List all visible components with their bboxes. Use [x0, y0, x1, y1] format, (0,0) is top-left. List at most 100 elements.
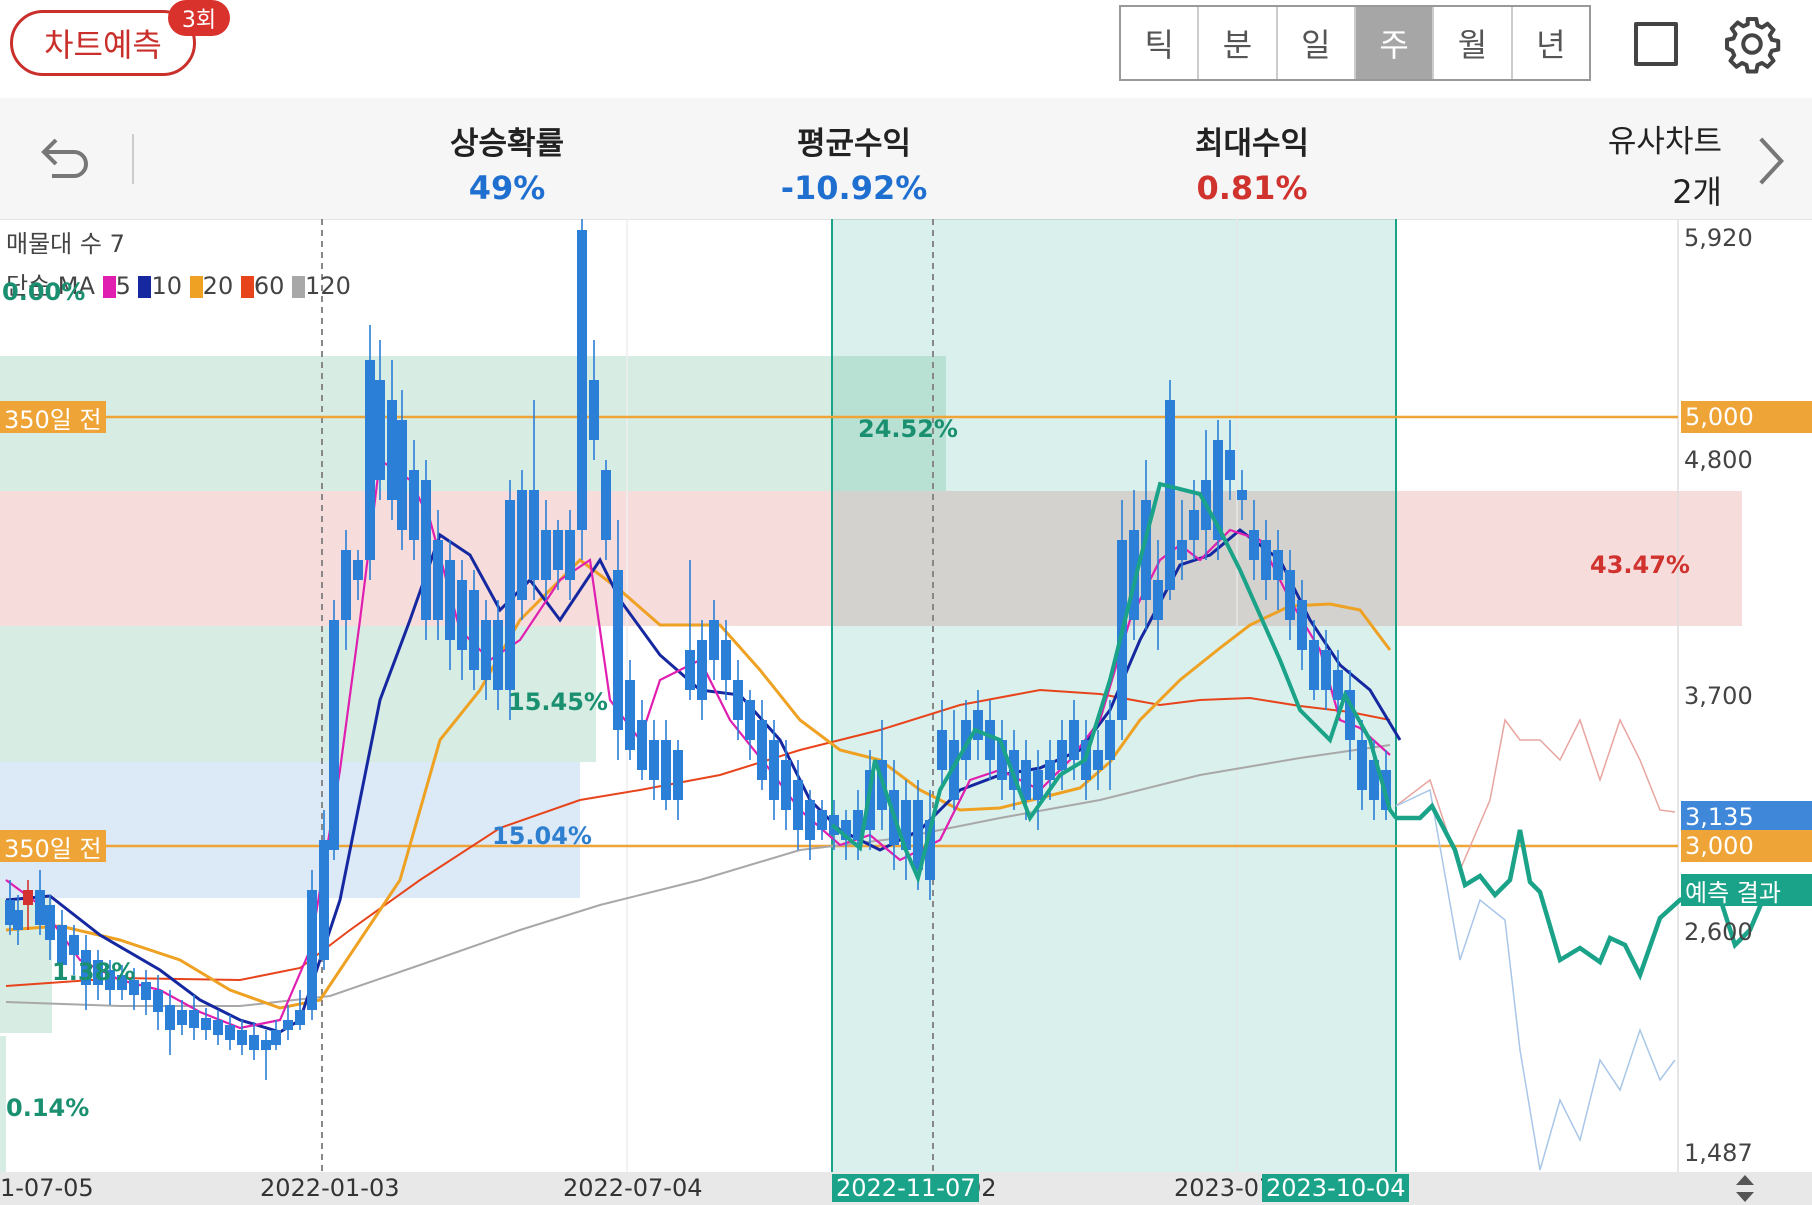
price-tag-current: 3,135 — [1681, 801, 1812, 833]
candle-body — [985, 720, 995, 760]
rise-probability-value: 49% — [468, 169, 546, 207]
candle-body — [445, 560, 455, 640]
candle-body — [329, 620, 339, 850]
candle-body — [637, 720, 647, 770]
candle-body — [793, 780, 803, 830]
tab-year[interactable]: 년 — [1513, 7, 1589, 79]
reference-label-lower: 350일 전 — [0, 830, 106, 863]
candle-body — [1045, 760, 1055, 780]
zone-green-top — [0, 356, 946, 491]
average-return: 평균수익 -10.92% — [724, 118, 984, 207]
candle-body — [271, 1030, 281, 1045]
candle-body — [1273, 550, 1283, 580]
rise-probability: 상승확률 49% — [377, 118, 637, 207]
candlestick-chart[interactable] — [0, 219, 1812, 1172]
candle-body — [1165, 400, 1175, 590]
candle-body — [1321, 650, 1331, 690]
candle-body — [1249, 530, 1259, 560]
date-label-2: 2022-01-03 — [260, 1174, 400, 1202]
divider — [132, 134, 134, 184]
candle-body — [341, 550, 351, 620]
candle-body — [505, 500, 515, 690]
max-return-label: 최대수익 — [1194, 126, 1310, 162]
candle-body — [1333, 670, 1343, 700]
ma5-swatch — [102, 276, 116, 298]
zone-percent-5: 15.04% — [492, 822, 592, 850]
candle-body — [1069, 720, 1079, 760]
prediction-result-tag: 예측 결과 — [1681, 874, 1812, 907]
chart-predict-label: 차트예측 — [44, 26, 162, 64]
candle-body — [189, 1010, 199, 1028]
candle-body — [625, 680, 635, 750]
undo-icon[interactable] — [36, 128, 96, 188]
candle-body — [697, 640, 707, 700]
candle-body — [1033, 770, 1043, 800]
price-label-bottom: 1,487 — [1684, 1139, 1753, 1167]
candle-body — [153, 990, 163, 1012]
candle-body — [493, 620, 503, 690]
candle-body — [1261, 540, 1271, 580]
candle-body — [649, 740, 659, 780]
gear-icon[interactable] — [1722, 14, 1782, 74]
volume-legend: 매물대 수 7 — [6, 230, 125, 258]
price-tag-3000: 3,000 — [1681, 830, 1812, 862]
tab-tick[interactable]: 틱 — [1121, 7, 1200, 79]
price-label-4800: 4,800 — [1684, 446, 1753, 474]
period-tabs: 틱 분 일 주 월 년 — [1119, 5, 1591, 81]
candle-body — [1297, 600, 1307, 650]
candle-body — [1093, 750, 1103, 770]
candle-body — [745, 700, 755, 740]
candle-body — [13, 910, 23, 930]
ma20-swatch — [189, 276, 203, 298]
max-return-value: 0.81% — [1196, 169, 1308, 207]
average-return-label: 평균수익 — [796, 126, 912, 162]
candle-body — [433, 540, 443, 620]
candle-body — [295, 1010, 305, 1025]
ma120-swatch — [292, 276, 306, 298]
date-label-5: 2023-07 — [1174, 1174, 1275, 1202]
similar-charts-label: 유사차트 — [1607, 124, 1722, 160]
candle-body — [1153, 580, 1163, 620]
candle-body — [529, 490, 539, 580]
candle-body — [307, 890, 317, 1010]
candle-body — [805, 800, 815, 840]
similar-charts-count: 2개 — [1672, 173, 1722, 211]
candle-body — [1237, 490, 1247, 500]
candle-body — [601, 470, 611, 540]
tab-week[interactable]: 주 — [1355, 7, 1435, 79]
candle-body — [353, 560, 363, 580]
candle-body — [421, 480, 431, 620]
rise-probability-label: 상승확률 — [449, 126, 565, 162]
candle-body — [1057, 740, 1067, 770]
candle-body — [35, 890, 45, 925]
resize-updown-icon[interactable] — [1733, 1172, 1757, 1205]
candle-body — [69, 935, 79, 955]
date-label-start-highlight: 2022-11-07 — [832, 1174, 980, 1202]
zone-percent-6: 1.38% — [52, 958, 136, 986]
tab-day[interactable]: 일 — [1278, 7, 1356, 79]
candle-body — [541, 530, 551, 580]
candle-body — [365, 360, 375, 560]
candle-body — [769, 740, 779, 800]
max-return: 최대수익 0.81% — [1122, 118, 1382, 207]
candle-body — [375, 380, 385, 480]
tab-minute[interactable]: 분 — [1199, 7, 1278, 79]
candle-body — [721, 640, 731, 680]
ma120-label: 120 — [305, 272, 351, 300]
candle-body — [1189, 510, 1199, 540]
tab-month[interactable]: 월 — [1434, 7, 1513, 79]
chevron-right-icon[interactable] — [1754, 134, 1788, 188]
candle-body — [261, 1040, 271, 1050]
price-label-3700: 3,700 — [1684, 682, 1753, 710]
candle-body — [937, 730, 947, 770]
similar-charts[interactable]: 유사차트 2개 — [1608, 116, 1722, 213]
candle-body — [45, 905, 55, 940]
candle-body — [165, 1005, 175, 1030]
candle-body — [733, 680, 743, 720]
candle-body — [225, 1025, 235, 1040]
square-icon[interactable] — [1634, 22, 1678, 66]
zone-percent-1: 0.00% — [2, 278, 86, 306]
candle-body — [397, 420, 407, 530]
similar-period-highlight — [832, 219, 1396, 1172]
candle-body — [517, 490, 527, 600]
